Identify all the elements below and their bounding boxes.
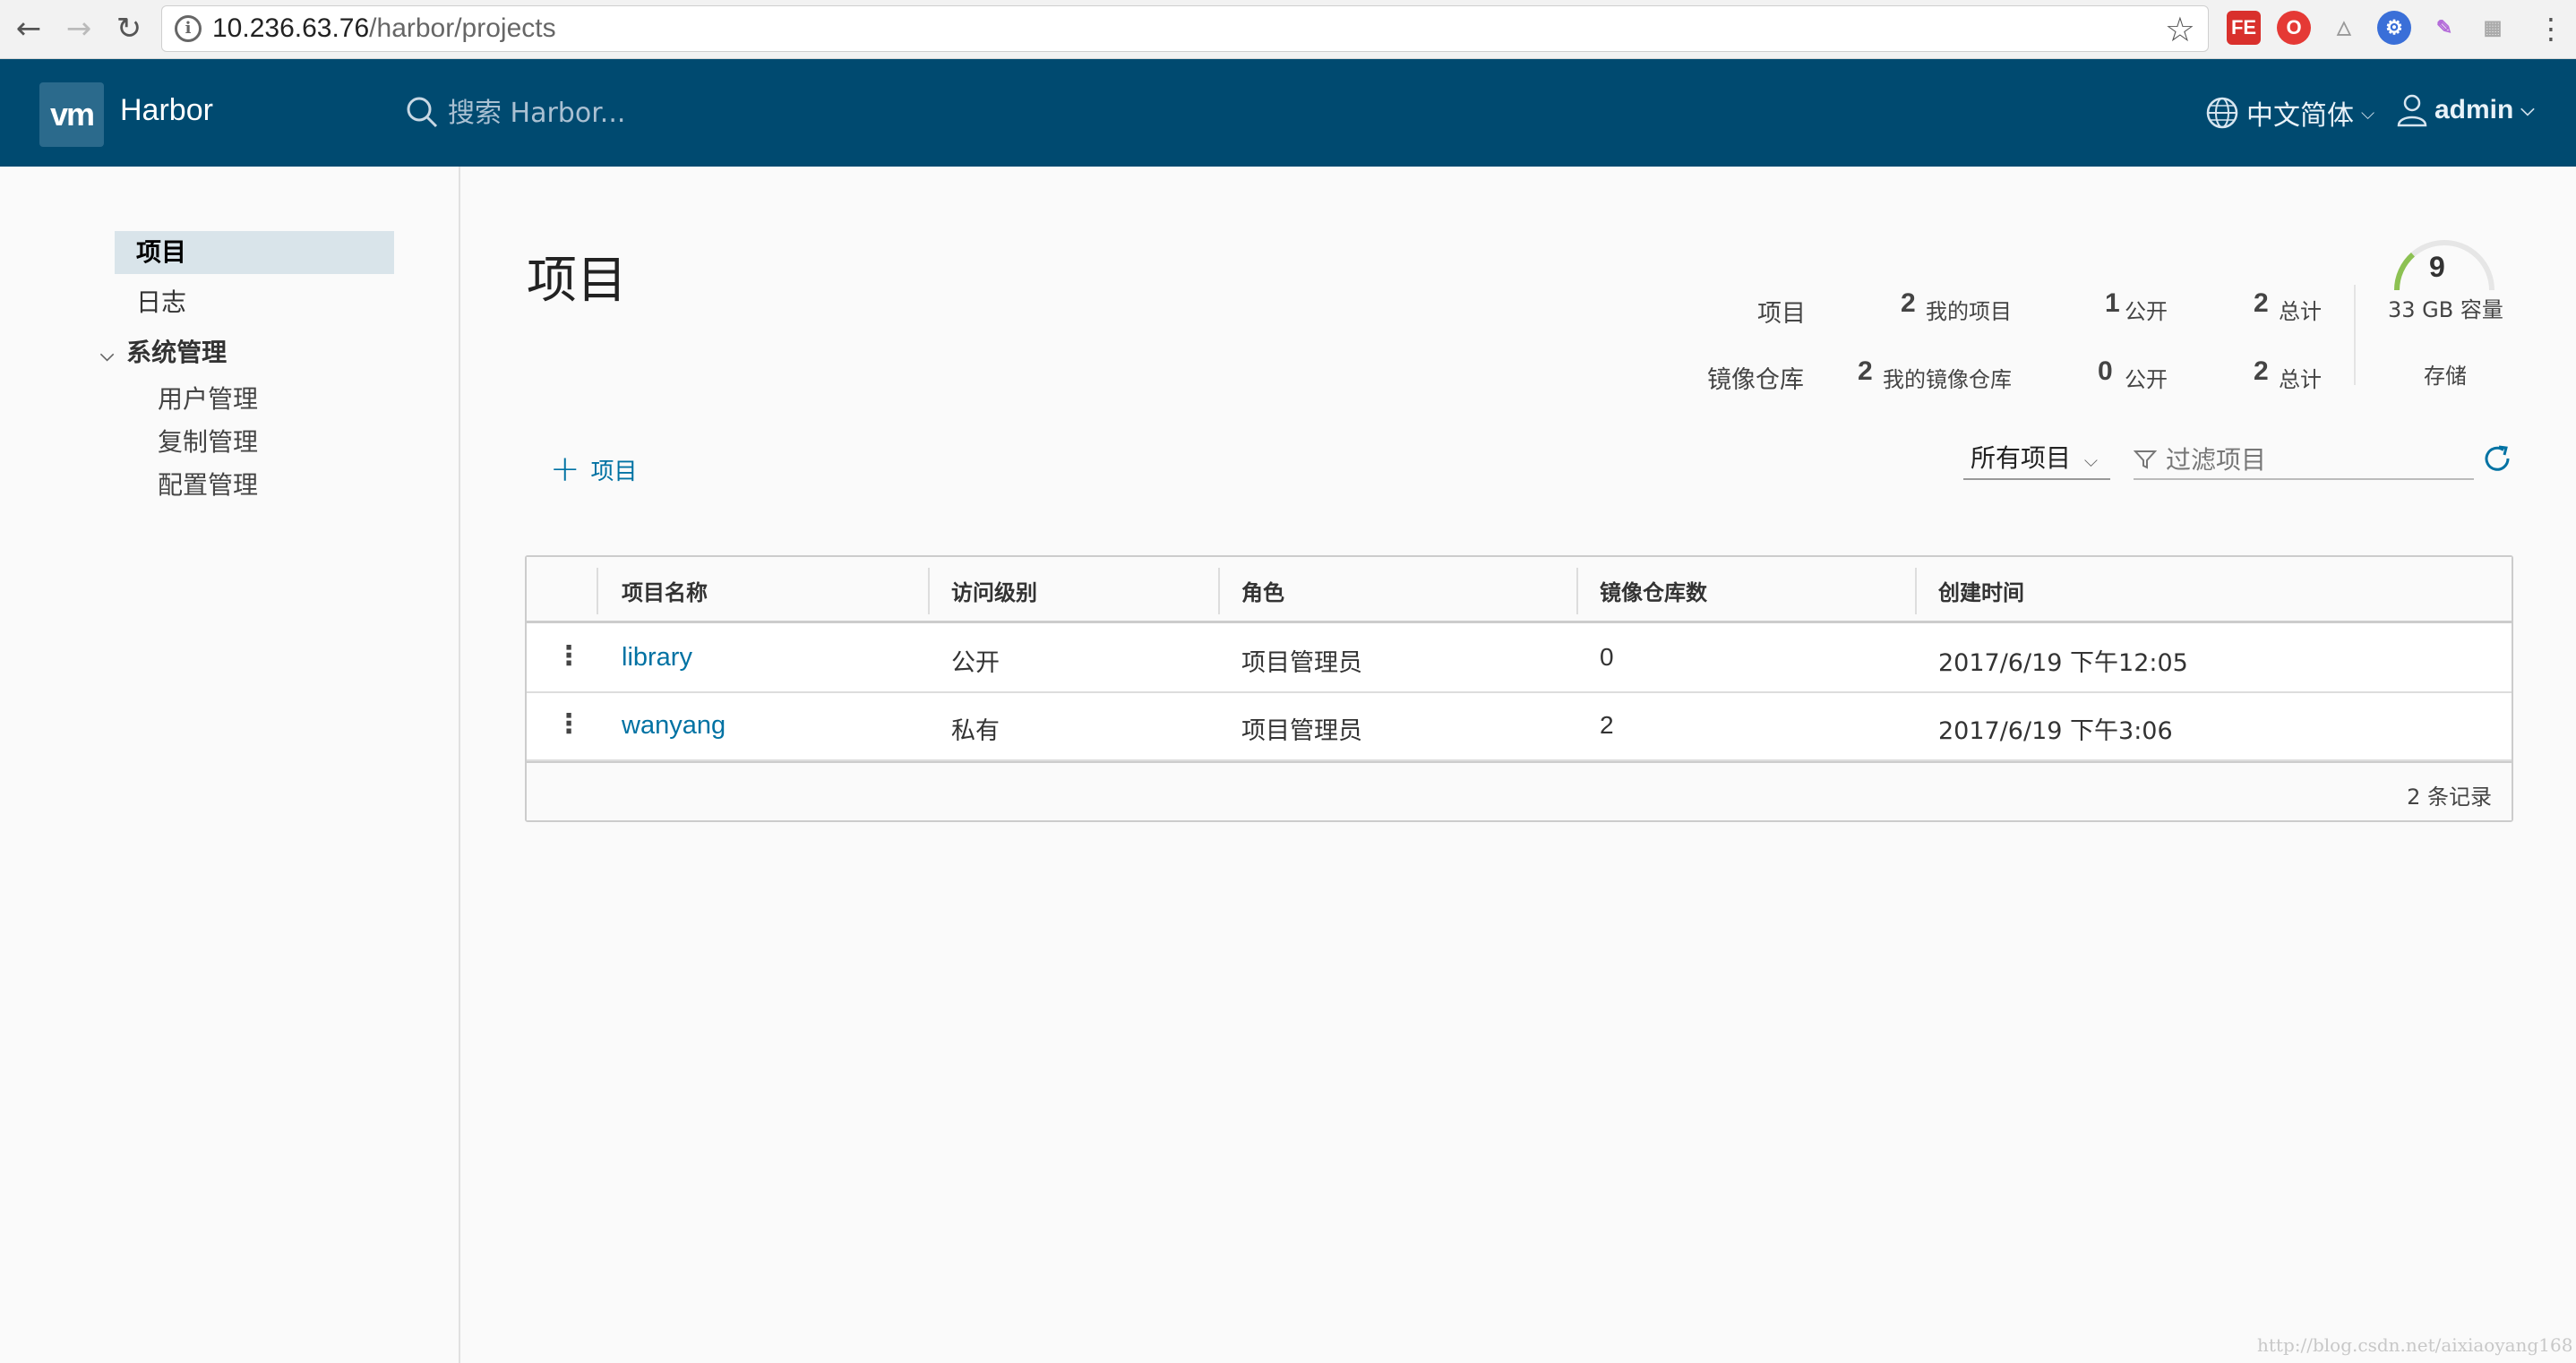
browser-menu-icon[interactable]: ⋮ bbox=[2537, 11, 2565, 47]
column-separator bbox=[1576, 568, 1578, 614]
stat-repos-public-count: 0 bbox=[2098, 356, 2113, 386]
project-created: 2017/6/19 下午12:05 bbox=[1938, 649, 2188, 677]
add-project-label: 项目 bbox=[590, 458, 638, 485]
stat-projects-label: 项目 bbox=[1757, 300, 1806, 328]
row-actions-icon[interactable]: ⋮ bbox=[555, 643, 582, 670]
storage-used-value: 9 bbox=[2429, 251, 2445, 283]
sidebar: 项目 日志 ⌵ 系统管理 用户管理 复制管理 配置管理 bbox=[0, 167, 460, 1363]
language-selector[interactable]: 中文简体 ⌵ bbox=[2205, 93, 2374, 133]
brand-name[interactable]: Harbor bbox=[120, 93, 213, 128]
user-name: admin bbox=[2434, 95, 2514, 124]
column-separator bbox=[597, 568, 598, 614]
sidebar-item-projects[interactable]: 项目 bbox=[115, 231, 394, 274]
storage-gauge-fill bbox=[2394, 252, 2416, 291]
stat-repos-total-label: 总计 bbox=[2279, 367, 2322, 392]
column-separator bbox=[928, 568, 930, 614]
sidebar-item-logs[interactable]: 日志 bbox=[136, 281, 186, 324]
project-access: 公开 bbox=[951, 649, 1000, 677]
global-search-input[interactable] bbox=[448, 95, 806, 131]
project-type-select[interactable]: 所有项目 ⌵ bbox=[1963, 439, 2110, 480]
info-icon[interactable]: i bbox=[175, 15, 202, 42]
add-project-button[interactable]: + 项目 bbox=[550, 451, 638, 487]
sidebar-item-users[interactable]: 用户管理 bbox=[158, 380, 258, 416]
project-access: 私有 bbox=[951, 717, 1000, 745]
sidebar-item-config[interactable]: 配置管理 bbox=[158, 466, 258, 501]
projects-table: 项目名称 访问级别 角色 镜像仓库数 创建时间 ⋮ library 公开 项目管… bbox=[525, 555, 2513, 822]
globe-icon bbox=[2206, 97, 2238, 129]
stat-projects-mine-count: 2 bbox=[1901, 288, 1916, 318]
project-name-link[interactable]: wanyang bbox=[622, 711, 726, 741]
column-header-name[interactable]: 项目名称 bbox=[622, 575, 708, 606]
project-role: 项目管理员 bbox=[1241, 717, 1362, 745]
url-host: 10.236.63.76 bbox=[212, 13, 370, 43]
column-separator bbox=[1218, 568, 1220, 614]
column-header-role[interactable]: 角色 bbox=[1241, 575, 1284, 606]
extension-opera-icon[interactable]: O bbox=[2277, 11, 2311, 45]
table-footer: 2 条记录 bbox=[527, 761, 2512, 820]
table-row: ⋮ wanyang 私有 项目管理员 2 2017/6/19 下午3:06 bbox=[527, 693, 2512, 761]
project-created: 2017/6/19 下午3:06 bbox=[1938, 717, 2173, 745]
forward-icon[interactable]: → bbox=[57, 7, 100, 50]
filter-field[interactable] bbox=[2134, 439, 2474, 480]
stat-projects-public-count: 1 bbox=[2105, 288, 2120, 318]
extension-gear-icon[interactable]: ⚙ bbox=[2377, 11, 2411, 45]
address-bar[interactable]: i 10.236.63.76/harbor/projects ☆ bbox=[161, 5, 2209, 52]
sidebar-item-replication[interactable]: 复制管理 bbox=[158, 423, 258, 459]
stat-projects-public-label: 公开 bbox=[2125, 299, 2168, 324]
extension-panel-icon[interactable]: ▦ bbox=[2476, 11, 2510, 45]
sidebar-item-admin[interactable]: ⌵ 系统管理 bbox=[100, 331, 227, 374]
column-header-created[interactable]: 创建时间 bbox=[1938, 575, 2024, 606]
column-header-repos[interactable]: 镜像仓库数 bbox=[1600, 575, 1707, 606]
project-role: 项目管理员 bbox=[1241, 649, 1362, 677]
extension-pen-icon[interactable]: ✎ bbox=[2427, 11, 2461, 45]
sidebar-item-admin-label: 系统管理 bbox=[126, 338, 228, 367]
filter-input[interactable] bbox=[2166, 442, 2461, 476]
reload-icon[interactable]: ↻ bbox=[107, 7, 150, 50]
refresh-icon[interactable] bbox=[2481, 442, 2513, 475]
column-separator bbox=[1915, 568, 1917, 614]
url-path: /harbor/projects bbox=[369, 13, 556, 43]
chevron-down-icon: ⌵ bbox=[100, 344, 115, 365]
stat-repos-mine-count: 2 bbox=[1858, 356, 1873, 386]
project-name-link[interactable]: library bbox=[622, 643, 692, 673]
stat-repos-total-count: 2 bbox=[2254, 356, 2269, 386]
page-title: 项目 bbox=[527, 252, 627, 310]
table-header: 项目名称 访问级别 角色 镜像仓库数 创建时间 bbox=[527, 557, 2512, 623]
vmware-logo[interactable]: vm bbox=[39, 82, 104, 147]
column-header-access[interactable]: 访问级别 bbox=[951, 575, 1037, 606]
watermark: http://blog.csdn.net/aixiaoyang168 bbox=[2257, 1334, 2573, 1356]
table-row: ⋮ library 公开 项目管理员 0 2017/6/19 下午12:05 bbox=[527, 625, 2512, 693]
back-icon[interactable]: ← bbox=[7, 7, 50, 50]
user-menu[interactable]: admin ⌵ bbox=[2397, 93, 2535, 127]
stat-repos-label: 镜像仓库 bbox=[1707, 366, 1804, 394]
storage-label: 存储 bbox=[2424, 364, 2467, 389]
stat-projects-total-label: 总计 bbox=[2279, 299, 2322, 324]
plus-icon: + bbox=[550, 449, 580, 490]
chevron-down-icon: ⌵ bbox=[2083, 450, 2098, 471]
filter-icon bbox=[2134, 450, 2157, 469]
project-type-value: 所有项目 bbox=[1971, 443, 2072, 473]
row-actions-icon[interactable]: ⋮ bbox=[555, 711, 582, 738]
search-icon bbox=[407, 97, 438, 128]
browser-toolbar: ← → ↻ i 10.236.63.76/harbor/projects ☆ F… bbox=[0, 0, 2576, 59]
url-text[interactable]: 10.236.63.76/harbor/projects bbox=[212, 13, 556, 44]
chevron-down-icon: ⌵ bbox=[2520, 99, 2535, 120]
stat-projects-total-count: 2 bbox=[2254, 288, 2269, 318]
language-label: 中文简体 bbox=[2246, 100, 2354, 132]
stat-repos-public-label: 公开 bbox=[2125, 367, 2168, 392]
record-count: 2 条记录 bbox=[2407, 784, 2492, 810]
stat-repos-mine-label: 我的镜像仓库 bbox=[1883, 367, 2012, 392]
extension-fe-icon[interactable]: FE bbox=[2227, 11, 2261, 45]
project-repo-count: 0 bbox=[1600, 643, 1614, 671]
extension-triangle-icon[interactable]: △ bbox=[2327, 11, 2361, 45]
chevron-down-icon: ⌵ bbox=[2361, 102, 2375, 124]
bookmark-star-icon[interactable]: ☆ bbox=[2165, 10, 2195, 49]
project-repo-count: 2 bbox=[1600, 711, 1614, 739]
stat-projects-mine-label: 我的项目 bbox=[1926, 299, 2012, 324]
user-icon bbox=[2397, 94, 2427, 127]
stats-divider bbox=[2354, 285, 2356, 385]
app-header: vm Harbor 中文简体 ⌵ admin ⌵ bbox=[0, 59, 2576, 167]
storage-capacity-label: 33 GB 容量 bbox=[2388, 297, 2503, 322]
